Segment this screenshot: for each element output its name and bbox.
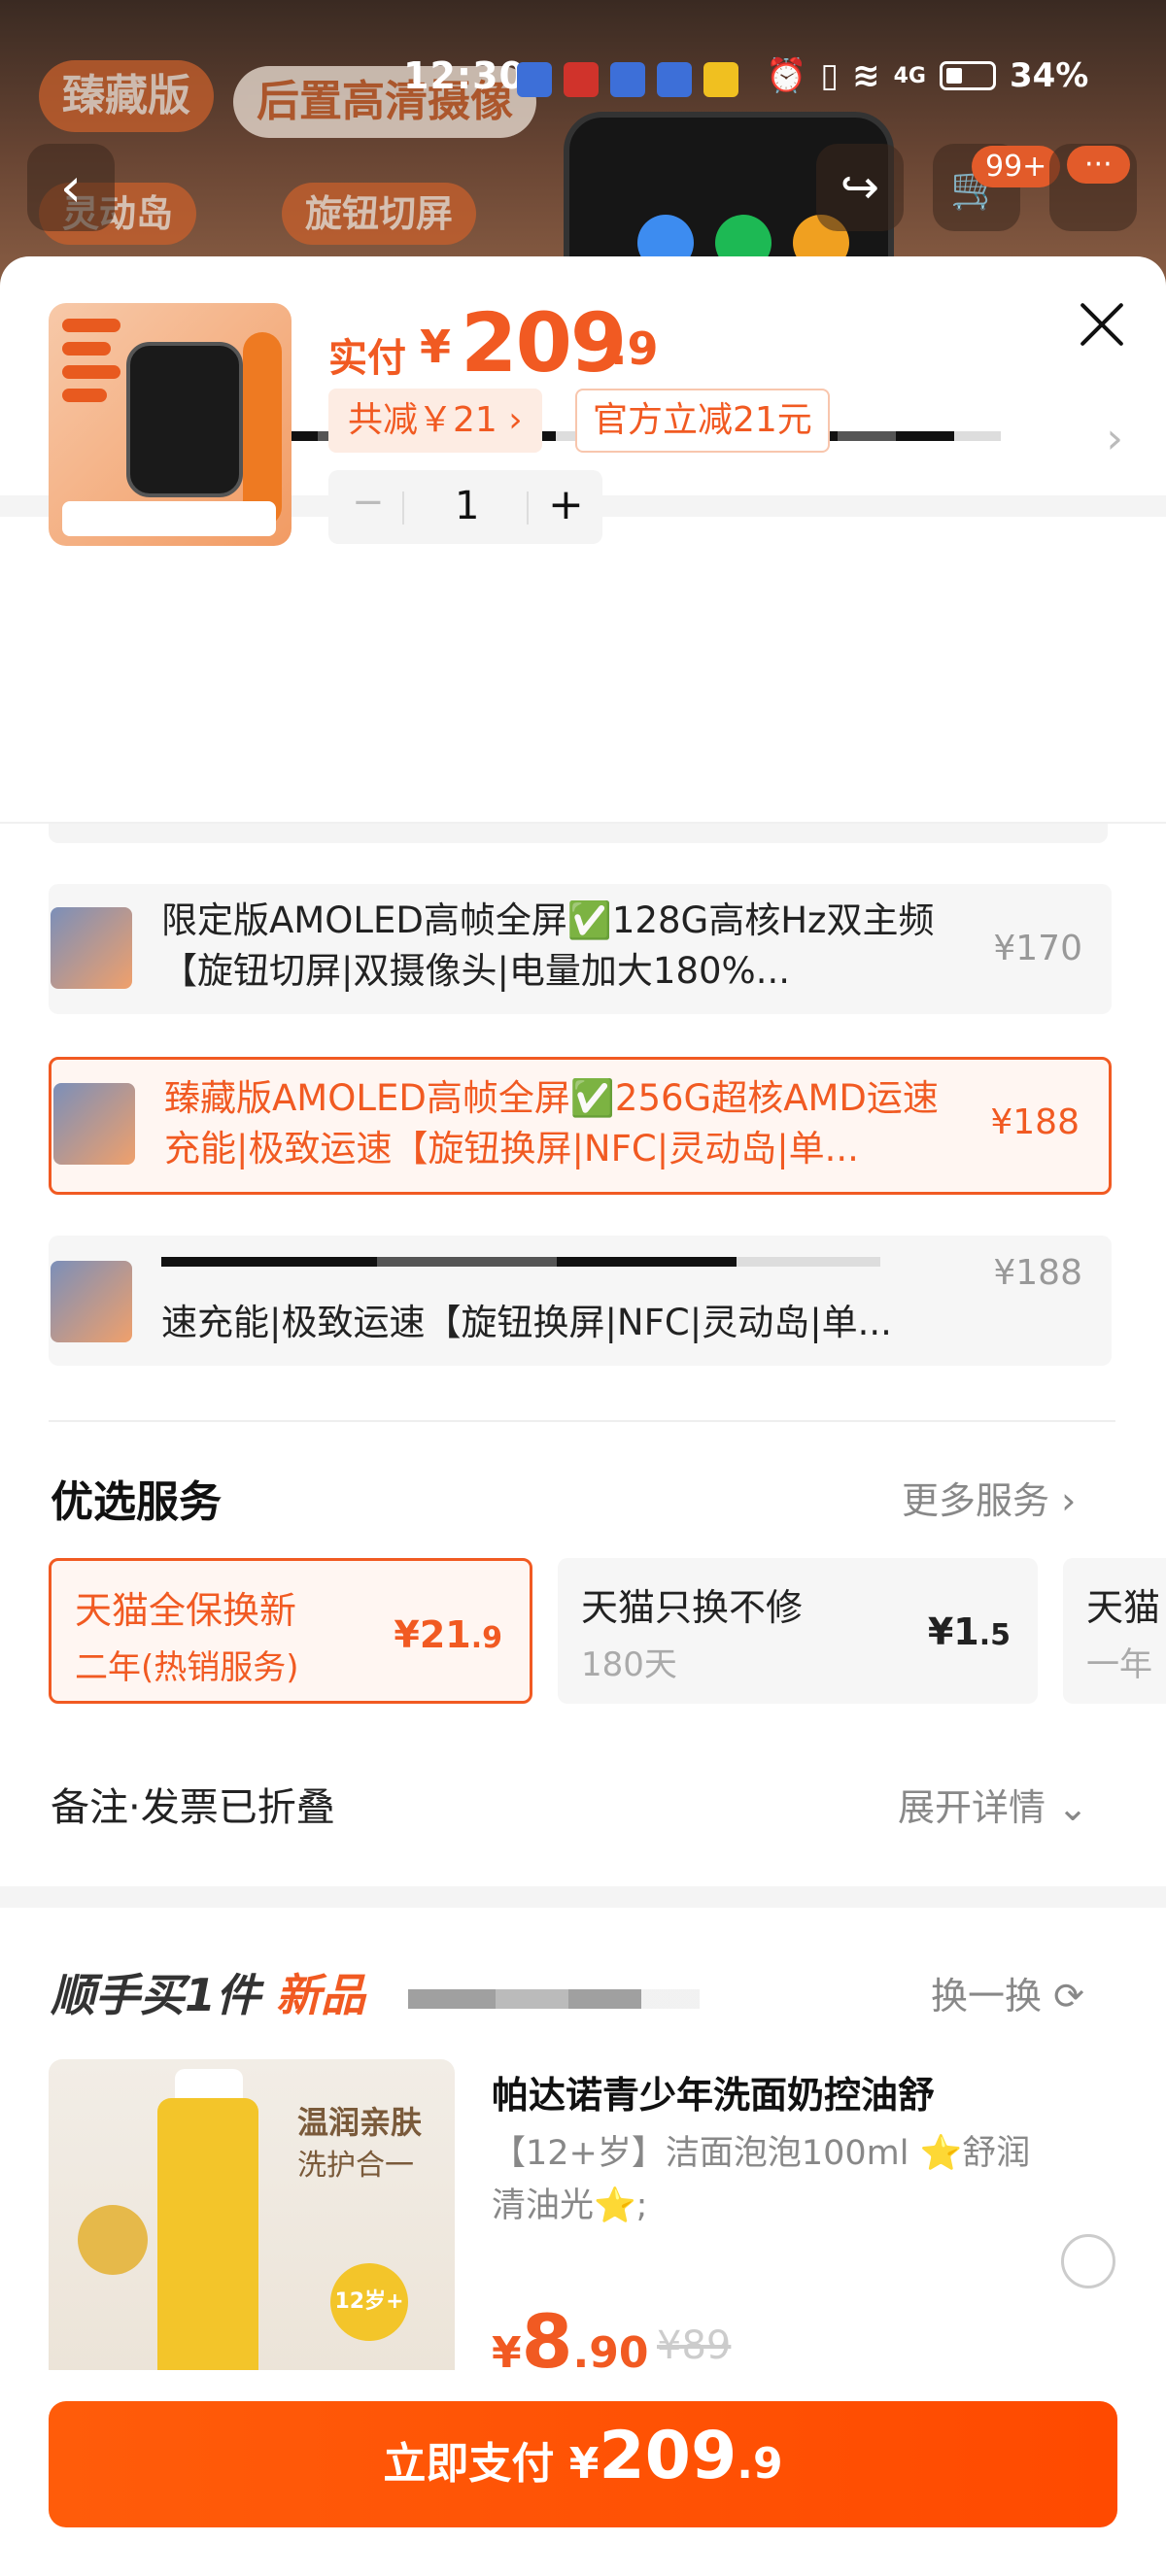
sku-option-selected[interactable]: 臻藏版AMOLED高帧全屏✅256G超核AMD运速充能|极致运速【旋钮换屏|NF… [49,1057,1112,1195]
addon-original-price: ¥89 [657,2323,732,2368]
currency-symbol: ¥ [420,321,452,373]
expand-details-link[interactable]: 展开详情 ⌄ [898,1778,1088,1831]
service-name: 天猫只换不修 [581,1586,804,1629]
service-card[interactable]: 天猫只换不修 180天 ¥1.5 [558,1558,1038,1704]
status-time: 12:30 [403,54,526,97]
watch-strap [243,332,282,526]
sku-option[interactable]: 限定版AMOLED高帧全屏✅128G高核Hz双主频【旋钮切屏|双摄像头|电量加大… [49,884,1112,1014]
status-indicators: ⏰ ▯ ≋ 4G 34% [766,56,1088,95]
increase-button[interactable]: + [548,480,584,529]
service-card-selected[interactable]: 天猫全保换新 二年(热销服务) ¥21.9 [49,1558,532,1704]
sku-thumbnail [51,907,132,989]
total-discount-chip[interactable]: 共减￥21 › [328,389,542,453]
refresh-icon: ⟳ [1053,1975,1084,2017]
sku-price: ¥188 [990,1102,1080,1142]
notification-icon [703,62,738,97]
addon-product-desc: 【12+岁】洁面泡泡100ml ⭐舒润清油光⭐; [492,2134,1031,2225]
sku-price: ¥170 [993,929,1082,968]
service-name: 天猫全保换新 [75,1589,297,1632]
decrease-button[interactable]: − [352,480,385,525]
actual-pay-label: 实付 [328,336,406,381]
share-icon: ↪ [840,160,880,215]
sku-title: 臻藏版AMOLED高帧全屏✅256G超核AMD运速充能|极致运速【旋钮换屏|NF… [164,1077,939,1169]
pay-bar: 立即支付 ¥209.9 [0,2370,1166,2576]
notification-icon [517,62,552,97]
vibrate-icon: ▯ [820,56,840,95]
sku-thumbnail [53,1083,135,1165]
service-name: 天猫 [1086,1586,1161,1629]
service-price: ¥1.5 [927,1610,1011,1653]
quantity-value[interactable]: 1 [455,484,479,528]
official-discount-chip: 官方立减21元 [575,389,830,453]
service-price: ¥21.9 [394,1613,502,1656]
section-divider [0,1886,1166,1908]
sku-thumbnail [51,1261,132,1342]
notes-invoice-label: 备注·发票已折叠 [51,1785,335,1830]
quantity-stepper: − 1 + [328,470,602,544]
close-icon[interactable] [1067,289,1137,359]
banner-tag: 旋钮切屏 [282,183,477,245]
chevron-right-icon: › [1106,414,1123,463]
sku-title: 限定版AMOLED高帧全屏✅128G高核Hz双主频【旋钮切屏|双摄像头|电量加大… [161,899,935,992]
product-thumbnail[interactable] [49,303,292,546]
addon-product-image[interactable]: 温润亲肤 洗护合一 12岁+ [49,2059,455,2380]
actual-pay-decimal: .9 [610,322,659,375]
share-button[interactable]: ↪ [816,144,904,231]
sku-title: 速充能|极致运速【旋钮换屏|NFC|灵动岛|单... [161,1302,892,1343]
wifi-icon: ≋ [852,56,880,95]
notification-icon [564,62,599,97]
sku-price: ¥188 [993,1253,1082,1293]
watch-image [126,342,243,497]
more-services-link[interactable]: 更多服务 › [902,1471,1076,1524]
service-card[interactable]: 天猫 一年 [1063,1558,1166,1704]
list-edge [49,824,1108,843]
addon-section-title: 顺手买1件 新品 [51,1969,366,2021]
status-bar: 12:30 ⏰ ▯ ≋ 4G 34% [0,49,1166,109]
notification-icon [610,62,645,97]
addon-product-name: 帕达诺青少年洗面奶控油舒 [492,2074,936,2117]
divider [49,1420,1115,1422]
battery-icon [939,61,996,90]
pay-now-button[interactable]: 立即支付 ¥209.9 [49,2401,1117,2527]
actual-pay-amount: 209 [461,295,627,390]
more-icon: ··· [1067,146,1130,184]
battery-percent: 34% [1009,56,1089,95]
alarm-icon: ⏰ [766,56,807,95]
sku-option[interactable]: 速充能|极致运速【旋钮换屏|NFC|灵动岛|单... ¥188 [49,1236,1112,1366]
section-title: 优选服务 [51,1477,222,1527]
service-duration: 一年 [1086,1645,1152,1684]
redacted-sku-title [161,1257,880,1267]
service-duration: 180天 [581,1645,677,1684]
chevron-left-icon: ‹ [59,155,83,220]
swap-button[interactable]: 换一换 ⟳ [931,1966,1084,2019]
notification-icon [657,62,692,97]
back-button[interactable]: ‹ [27,144,115,231]
cart-count-badge: 99+ [972,146,1061,187]
signal-icon: 4G [893,63,926,88]
service-duration: 二年(热销服务) [75,1648,299,1687]
addon-select-radio[interactable] [1061,2234,1115,2288]
redacted-text [408,1989,700,2009]
